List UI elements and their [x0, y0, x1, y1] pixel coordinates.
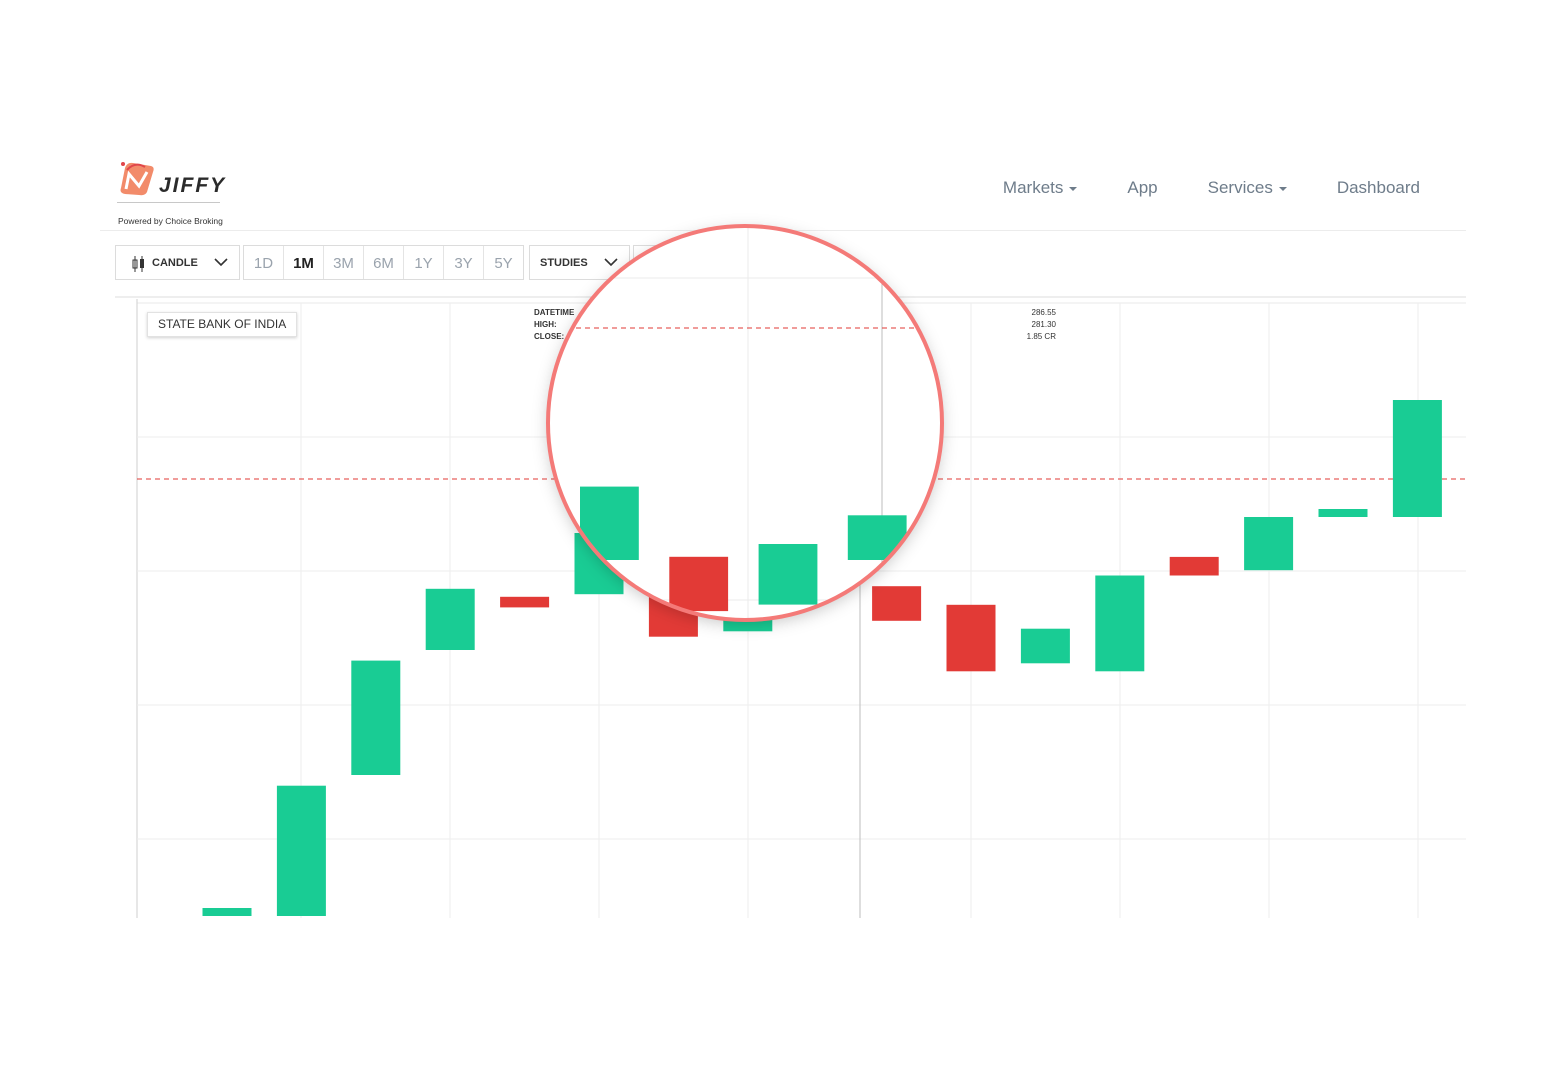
candle[interactable]	[351, 660, 401, 775]
candle[interactable]	[946, 604, 996, 672]
candle[interactable]	[202, 908, 252, 916]
info-value-high: 281.30	[1031, 320, 1056, 329]
info-label-high: HIGH:	[534, 320, 557, 329]
magnified-candle	[669, 556, 729, 612]
candle[interactable]	[1392, 400, 1442, 517]
symbol-label: STATE BANK OF INDIA	[147, 312, 298, 337]
candle[interactable]	[500, 596, 550, 608]
candle[interactable]	[872, 586, 922, 621]
candle[interactable]	[1169, 556, 1219, 576]
candle[interactable]	[425, 588, 475, 650]
magnified-candle	[223, 790, 282, 946]
magnified-candle	[134, 937, 193, 947]
candle[interactable]	[1020, 628, 1070, 664]
magnified-candle	[1294, 515, 1353, 537]
magnified-candle	[758, 544, 818, 605]
candle[interactable]	[1095, 575, 1145, 672]
magnified-candle	[1562, 327, 1566, 467]
magnified-candle	[548, 563, 550, 576]
magnifier-lens	[134, 224, 1566, 947]
info-label-close: CLOSE:	[534, 332, 565, 341]
magnified-candle	[1473, 458, 1532, 468]
info-label-datetime: DATETIME	[534, 308, 575, 317]
candle[interactable]	[276, 785, 326, 916]
info-value-close: 1.85 CR	[1026, 332, 1056, 341]
candle[interactable]	[1244, 517, 1294, 571]
candle[interactable]	[1318, 509, 1368, 517]
magnified-candle	[847, 515, 907, 560]
info-value-datetime: 286.55	[1031, 308, 1056, 317]
candlestick-chart[interactable]	[0, 0, 1566, 1068]
